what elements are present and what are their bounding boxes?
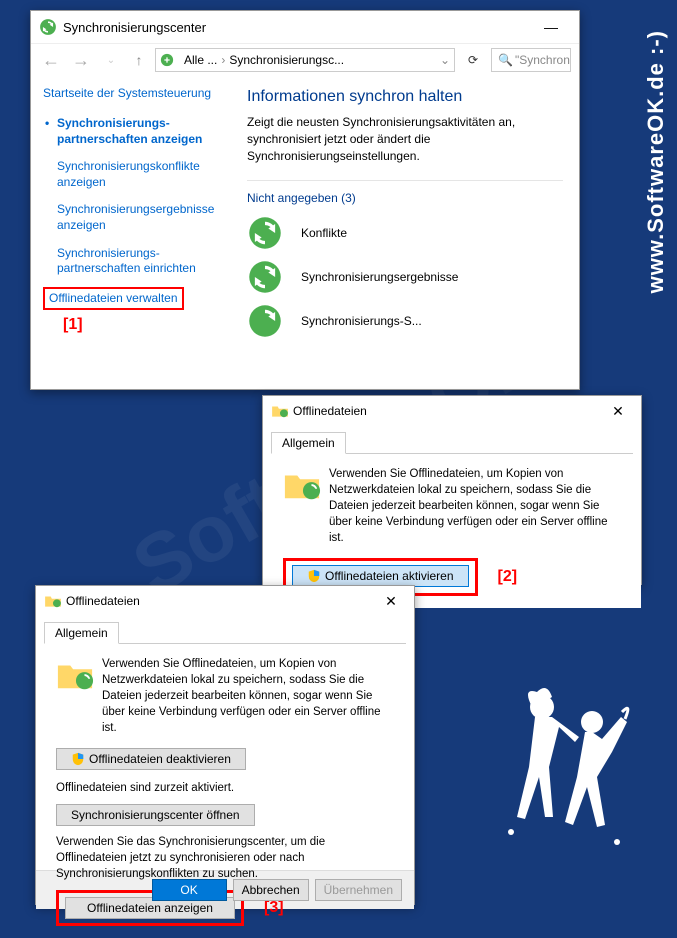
sync-center-icon <box>39 18 57 36</box>
back-arrow-icon[interactable]: ← <box>39 50 63 71</box>
info-text: Verwenden Sie Offlinedateien, um Kopien … <box>102 656 394 736</box>
sidebar-item-setup[interactable]: Synchronisierungs-partnerschaften einric… <box>43 240 219 283</box>
tab-strip: Allgemein <box>271 432 633 454</box>
highlight-marker: Offlinedateien verwalten <box>43 287 184 311</box>
watermark-side: www.SoftwareOK.de :-) <box>643 30 669 293</box>
breadcrumb-item[interactable]: Synchronisierungsc... <box>229 53 344 67</box>
button-label: Offlinedateien aktivieren <box>325 569 454 583</box>
dialog-titlebar: Offlinedateien ✕ <box>263 396 641 426</box>
folder-sync-icon <box>271 402 289 420</box>
window-title: Synchronisierungscenter <box>63 20 531 35</box>
up-arrow-icon[interactable]: ↑ <box>129 52 149 68</box>
refresh-icon[interactable]: ⟳ <box>461 53 485 67</box>
sync-center-icon <box>160 53 174 67</box>
main-description: Zeigt die neusten Synchronisierungsaktiv… <box>247 114 563 164</box>
sync-icon <box>247 303 283 339</box>
offline-files-dialog-manage: Offlinedateien ✕ Allgemein Verwenden Sie… <box>35 585 415 905</box>
silhouette-graphic <box>497 677 637 877</box>
sync-center-window: Synchronisierungscenter — ← → ⌄ ↑ Alle .… <box>30 10 580 390</box>
tab-general[interactable]: Allgemein <box>44 622 119 644</box>
minimize-button[interactable]: — <box>531 17 571 37</box>
shield-icon <box>307 569 321 583</box>
button-label: Offlinedateien deaktivieren <box>89 752 231 766</box>
deactivate-offline-button[interactable]: Offlinedateien deaktivieren <box>56 748 246 770</box>
annotation-2: [2] <box>498 566 518 588</box>
shield-icon <box>71 752 85 766</box>
close-button[interactable]: ✕ <box>376 593 406 610</box>
offline-files-dialog-activate: Offlinedateien ✕ Allgemein Verwenden Sie… <box>262 395 642 585</box>
open-sync-center-button[interactable]: Synchronisierungscenter öffnen <box>56 804 255 826</box>
sidebar-item-conflicts[interactable]: Synchronisierungskonflikte anzeigen <box>43 153 219 196</box>
info-text: Verwenden Sie Offlinedateien, um Kopien … <box>329 466 621 546</box>
row-label: Synchronisierungsergebnisse <box>301 270 458 284</box>
sidebar: Startseite der Systemsteuerung Synchroni… <box>31 76 231 384</box>
tab-general[interactable]: Allgemein <box>271 432 346 454</box>
search-icon: 🔍 <box>498 53 513 67</box>
titlebar: Synchronisierungscenter — <box>31 11 579 43</box>
sidebar-item-partnerships[interactable]: Synchronisierungs-partnerschaften anzeig… <box>43 110 219 153</box>
ok-button[interactable]: OK <box>152 879 227 901</box>
close-button[interactable]: ✕ <box>603 403 633 420</box>
status-text: Offlinedateien sind zurzeit aktiviert. <box>56 780 394 796</box>
sync-icon <box>247 215 283 251</box>
breadcrumb[interactable]: Alle ... › Synchronisierungsc... ⌄ <box>155 48 455 72</box>
sync-row-conflicts[interactable]: Konflikte <box>247 211 563 255</box>
folder-sync-icon <box>56 656 94 694</box>
sidebar-item-results[interactable]: Synchronisierungsergebnisse anzeigen <box>43 196 219 239</box>
row-label: Konflikte <box>301 226 347 240</box>
search-placeholder: "Synchron <box>515 53 570 67</box>
forward-arrow-icon[interactable]: → <box>69 50 93 71</box>
history-chevron-icon[interactable]: ⌄ <box>99 55 123 66</box>
row-label: Synchronisierungs-S... <box>301 314 422 328</box>
section-label: Nicht angegeben (3) <box>247 191 563 205</box>
sync-row-sync[interactable]: Synchronisierungs-S... <box>247 299 563 343</box>
breadcrumb-item[interactable]: Alle ... <box>184 53 217 67</box>
search-input[interactable]: 🔍 "Synchron <box>491 48 571 72</box>
tab-strip: Allgemein <box>44 622 406 644</box>
dialog-title: Offlinedateien <box>62 594 376 608</box>
sidebar-item-offline[interactable]: Offlinedateien verwalten <box>43 287 219 311</box>
dialog-title: Offlinedateien <box>289 404 603 418</box>
annotation-1: [1] <box>43 316 219 334</box>
apply-button[interactable]: Übernehmen <box>315 879 402 901</box>
sidebar-heading[interactable]: Startseite der Systemsteuerung <box>43 86 219 100</box>
sync-row-results[interactable]: Synchronisierungsergebnisse <box>247 255 563 299</box>
nav-toolbar: ← → ⌄ ↑ Alle ... › Synchronisierungsc...… <box>31 43 579 76</box>
main-heading: Informationen synchron halten <box>247 88 563 106</box>
main-content: Informationen synchron halten Zeigt die … <box>231 76 579 384</box>
folder-sync-icon <box>283 466 321 504</box>
dialog-titlebar: Offlinedateien ✕ <box>36 586 414 616</box>
sync-icon <box>247 259 283 295</box>
folder-sync-icon <box>44 592 62 610</box>
sidebar-item-label: Offlinedateien verwalten <box>49 291 178 305</box>
breadcrumb-separator-icon: › <box>221 53 225 67</box>
breadcrumb-chevron-icon[interactable]: ⌄ <box>440 53 450 67</box>
cancel-button[interactable]: Abbrechen <box>233 879 309 901</box>
